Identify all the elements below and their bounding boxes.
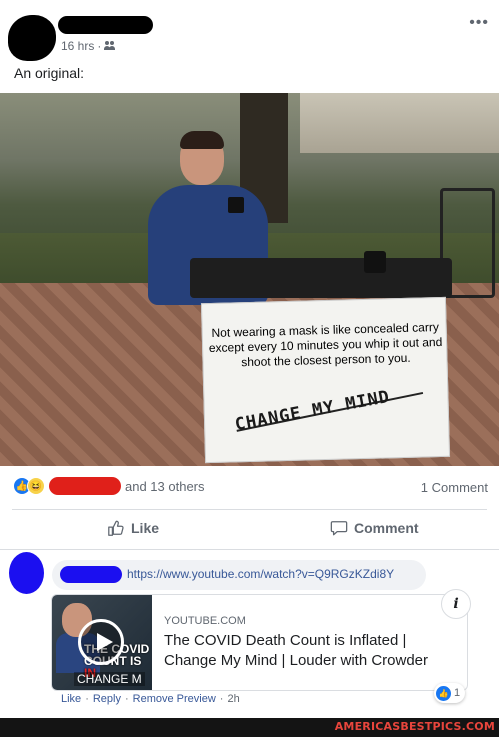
reactions-summary[interactable]: 👍 😆 and 13 others bbox=[13, 477, 205, 495]
post-timestamp[interactable]: 16 hrs bbox=[61, 39, 94, 53]
like-button-label: Like bbox=[131, 520, 160, 536]
comment-link[interactable]: https://www.youtube.com/watch?v=Q9RGzKZd… bbox=[127, 567, 394, 581]
commenter-avatar-redaction bbox=[9, 552, 44, 594]
thumbs-up-icon bbox=[108, 520, 124, 536]
more-options-icon[interactable]: ••• bbox=[469, 14, 489, 32]
divider bbox=[0, 549, 499, 550]
comment-like-link[interactable]: Like bbox=[61, 693, 81, 705]
remove-preview-link[interactable]: Remove Preview bbox=[133, 693, 216, 705]
commenter-name-redaction bbox=[60, 566, 122, 583]
comment-button-label: Comment bbox=[354, 520, 419, 536]
friends-icon bbox=[104, 41, 116, 51]
comment-age[interactable]: 2h bbox=[227, 693, 239, 705]
comment-reply-link[interactable]: Reply bbox=[93, 693, 121, 705]
avatar-redaction bbox=[8, 15, 56, 61]
comment-button[interactable]: Comment bbox=[330, 519, 419, 537]
background-buildings bbox=[300, 93, 499, 153]
reactor-names-redaction bbox=[49, 477, 121, 495]
reactions-others-text: and 13 others bbox=[125, 478, 205, 494]
comment-icon bbox=[330, 521, 348, 536]
comment-actions: Like · Reply · Remove Preview · 2h bbox=[61, 693, 240, 705]
author-name-redaction bbox=[58, 16, 153, 34]
play-icon[interactable] bbox=[78, 619, 124, 665]
post-actions: Like Comment bbox=[0, 515, 499, 545]
watermark-bar: AMERICASBESTPICS.COM bbox=[0, 718, 499, 737]
post-text: An original: bbox=[14, 65, 85, 81]
post-image[interactable]: Not wearing a mask is like concealed car… bbox=[0, 93, 499, 466]
post-meta: 16 hrs · bbox=[61, 39, 116, 53]
comment-reaction-badge[interactable]: 👍 1 bbox=[434, 683, 466, 703]
table bbox=[190, 258, 452, 298]
coffee-mug-table bbox=[364, 251, 386, 273]
preview-domain: YOUTUBE.COM bbox=[164, 615, 246, 627]
video-thumbnail[interactable]: THE COVID COUNT IS IN CHANGE M bbox=[52, 595, 152, 690]
coffee-mug bbox=[228, 197, 244, 213]
like-icon: 👍 bbox=[436, 685, 451, 701]
comment-reaction-count: 1 bbox=[454, 687, 461, 699]
link-preview-card[interactable]: THE COVID COUNT IS IN CHANGE M YOUTUBE.C… bbox=[51, 594, 468, 691]
preview-title[interactable]: The COVID Death Count is Inflated | Chan… bbox=[164, 631, 454, 671]
facebook-post: 16 hrs · ••• An original: Not wearing a … bbox=[0, 0, 499, 718]
like-button[interactable]: Like bbox=[107, 519, 159, 537]
meme-sign: Not wearing a mask is like concealed car… bbox=[200, 296, 451, 464]
divider bbox=[12, 509, 487, 510]
meme-sign-text: Not wearing a mask is like concealed car… bbox=[208, 320, 443, 370]
info-icon[interactable]: i bbox=[441, 589, 471, 619]
watermark-text: AMERICASBESTPICS.COM bbox=[334, 720, 495, 733]
thumbnail-caption: CHANGE M bbox=[74, 672, 145, 686]
comments-count[interactable]: 1 Comment bbox=[421, 480, 488, 495]
haha-icon: 😆 bbox=[27, 477, 45, 495]
meme-sign-caption: CHANGE MY MIND bbox=[233, 386, 392, 436]
person-hair bbox=[180, 131, 224, 149]
